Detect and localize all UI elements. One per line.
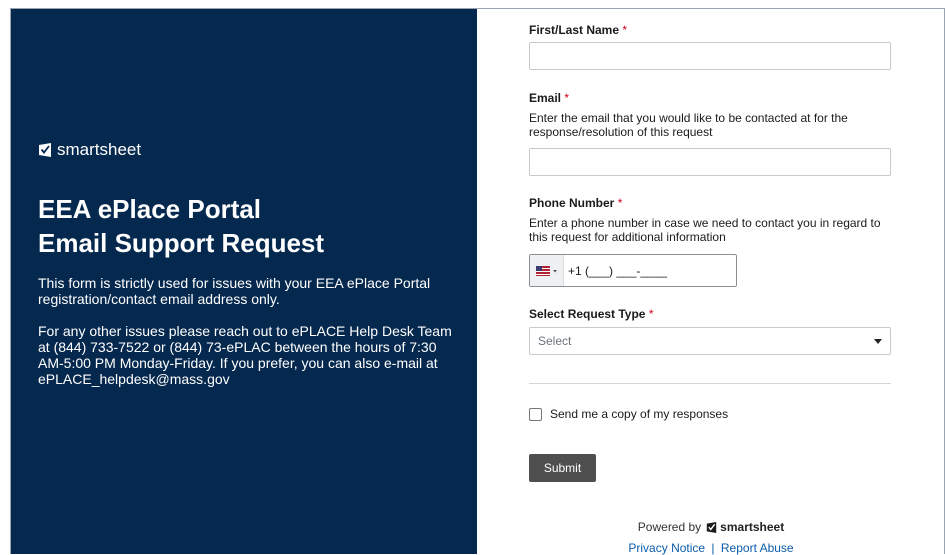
powered-by-text: Powered by (637, 520, 702, 534)
privacy-notice-link[interactable]: Privacy Notice (628, 541, 705, 555)
copy-responses-checkbox[interactable] (529, 407, 542, 421)
page-top-margin (0, 0, 945, 8)
required-marker: * (648, 307, 654, 321)
phone-label: Phone Number * (529, 196, 622, 210)
copy-responses-label: Send me a copy of my responses (550, 407, 729, 421)
phone-value: +1 (___) ___-____ (568, 263, 668, 278)
smartsheet-logo-icon (39, 143, 51, 157)
request-type-label: Select Request Type * (529, 307, 654, 321)
email-input[interactable] (529, 148, 891, 176)
phone-help-text: Enter a phone number in case we need to … (529, 216, 881, 244)
submit-button[interactable]: Submit (529, 454, 596, 482)
divider (529, 383, 891, 384)
brand: smartsheet (38, 140, 141, 160)
description-paragraph-1: This form is strictly used for issues wi… (38, 275, 431, 307)
email-label: Email * (529, 91, 569, 105)
required-marker: * (622, 23, 628, 37)
powered-by-brand: smartsheet (720, 520, 785, 534)
form-panel: First/Last Name * Email * Enter the emai… (477, 8, 945, 555)
request-type-label-text: Select Request Type (529, 307, 646, 321)
name-label: First/Last Name * (529, 23, 627, 37)
required-marker: * (617, 196, 623, 210)
copy-responses-row[interactable]: Send me a copy of my responses (529, 407, 728, 421)
link-separator: | (711, 541, 715, 555)
info-panel: smartsheet EEA ePlace Portal Email Suppo… (10, 8, 477, 554)
name-input[interactable] (529, 42, 891, 70)
description-paragraph-2: For any other issues please reach out to… (38, 323, 452, 387)
phone-label-text: Phone Number (529, 196, 615, 210)
title-line-2: Email Support Request (38, 228, 325, 258)
request-type-selected: Select (538, 334, 572, 348)
country-selector[interactable] (530, 255, 564, 286)
title-line-1: EEA ePlace Portal (38, 194, 262, 224)
request-type-select[interactable]: Select (529, 327, 891, 355)
us-flag-icon (535, 265, 557, 276)
page-title: EEA ePlace Portal Email Support Request (38, 192, 324, 260)
required-marker: * (564, 91, 570, 105)
form-description: This form is strictly used for issues wi… (38, 275, 458, 403)
chevron-down-icon (874, 339, 882, 344)
name-label-text: First/Last Name (529, 23, 620, 37)
email-help-text: Enter the email that you would like to b… (529, 111, 848, 139)
powered-by: Powered by smartsheet (477, 520, 945, 534)
phone-input[interactable]: +1 (___) ___-____ (529, 254, 737, 287)
email-label-text: Email (529, 91, 562, 105)
smartsheet-logo-icon (706, 521, 717, 533)
footer-links: Privacy Notice | Report Abuse (477, 541, 945, 555)
brand-name: smartsheet (57, 140, 142, 159)
report-abuse-link[interactable]: Report Abuse (721, 541, 794, 555)
